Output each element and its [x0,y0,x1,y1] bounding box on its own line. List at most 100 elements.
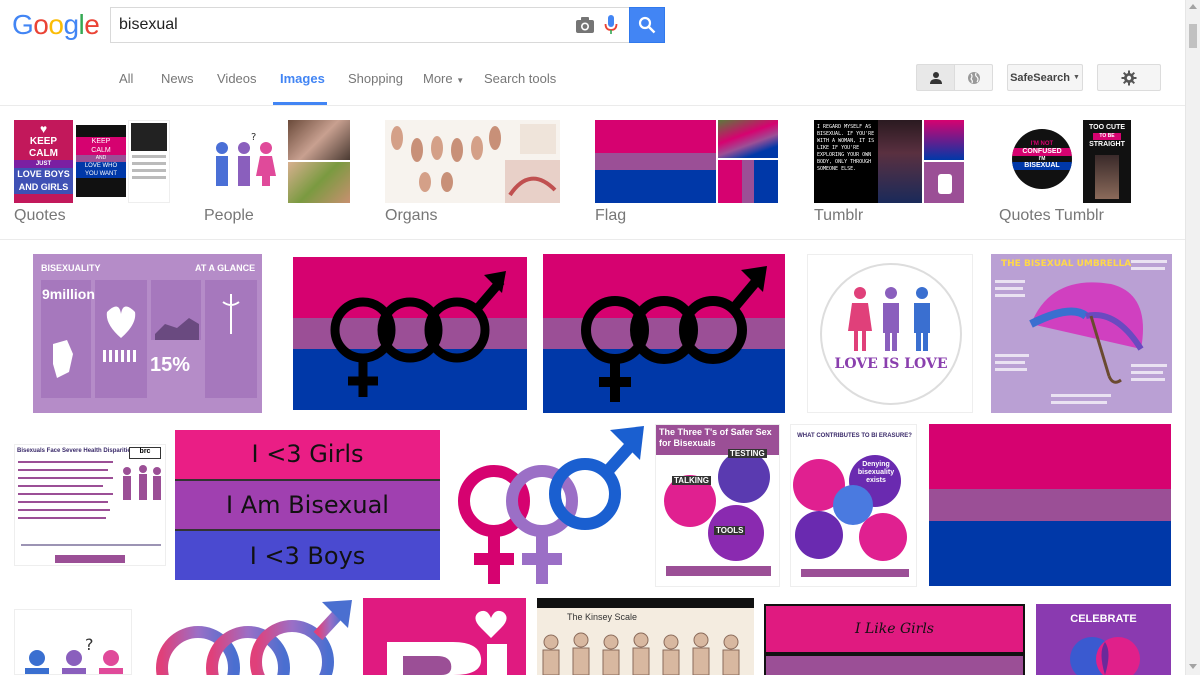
love-is-love-graphic [820,263,962,405]
logo-letter: G [12,9,34,40]
chevron-down-icon: ▼ [1073,74,1080,81]
infographic-stat: 9million [42,286,95,302]
keep-calm-text: CALM [29,148,58,159]
too-cute-text: TOO CUTE [1088,124,1126,131]
keep-calm-small-thumb: KEEP CALM AND LOVE WHO YOU WANT [76,125,126,197]
image-result[interactable] [450,424,645,587]
svg-text:?: ? [85,635,94,654]
image-result[interactable]: THE BISEXUAL UMBRELLA [991,254,1172,413]
chevron-down-icon: ▼ [456,76,465,85]
tumblr-quote-thumb: I REGARD MYSELF AS BISEXUAL. IF YOU'RE W… [814,120,922,203]
related-label: Organs [385,207,438,224]
search-button[interactable] [629,7,665,43]
scroll-up-arrow-icon[interactable] [1189,4,1197,9]
keep-calm-text: KEEP [29,136,58,147]
scroll-thumb[interactable] [1189,24,1197,48]
waving-flag-thumb [718,120,778,158]
related-tumblr[interactable]: I REGARD MYSELF AS BISEXUAL. IF YOU'RE W… [814,120,964,224]
image-result[interactable] [363,598,526,675]
i-am-bisexual-text: I Am Bisexual [226,491,389,519]
scroll-down-arrow-icon[interactable] [1189,664,1197,669]
image-result[interactable]: I Like Girls [764,604,1025,675]
safesearch-button[interactable]: SafeSearch ▼ [1007,64,1083,91]
image-result[interactable]: BISEXUALITY AT A GLANCE 9million 15% [33,254,262,413]
testing-label: TESTING [728,449,767,458]
global-results-button[interactable] [954,64,993,91]
tab-all[interactable]: All [119,71,133,86]
image-result[interactable] [142,598,353,675]
image-result[interactable] [543,254,785,413]
microphone-icon[interactable] [603,14,619,36]
bi-flag-image [929,424,1171,586]
safesearch-label: SafeSearch [1010,71,1070,84]
page-scrollbar[interactable] [1185,0,1200,675]
related-flag[interactable]: Flag [595,120,778,224]
image-result[interactable]: Bisexuals Face Severe Health Disparities… [14,444,166,566]
image-result[interactable]: ? [14,609,132,675]
related-label: Quotes [14,207,66,224]
umbrella-title: THE BISEXUAL UMBRELLA [1001,259,1132,269]
search-nav: All News Videos Images Shopping More ▼ S… [0,54,1185,106]
image-result[interactable]: The Kinsey Scale [537,598,754,675]
image-result[interactable] [293,257,527,410]
i-love-boys-text: I <3 Boys [249,541,366,570]
settings-button[interactable] [1097,64,1161,91]
too-cute-thumb: TOO CUTE TO BE STRAIGHT [1083,120,1131,203]
active-tab-indicator [273,102,327,105]
not-confused-text: I'M NOT [1030,141,1054,147]
image-result[interactable] [929,424,1171,586]
keep-calm-text: LOVE BOYS [14,168,73,181]
tab-search-tools[interactable]: Search tools [484,71,556,86]
search-box [110,7,665,43]
tab-shopping[interactable]: Shopping [348,71,403,86]
related-organs[interactable]: Organs [385,120,560,224]
group-photo-thumb [288,162,350,203]
related-people[interactable]: ? People [204,120,350,224]
google-logo[interactable]: Google [12,9,100,41]
tab-more[interactable]: More ▼ [423,71,464,86]
related-quotes[interactable]: ♥ KEEP CALM JUST LOVE BOYS AND GIRLS KEE… [14,120,170,224]
search-input[interactable] [119,14,559,36]
not-confused-text: CONFUSED [1012,148,1072,156]
people-symbol-image: ? [25,635,123,674]
personal-results-button[interactable] [916,64,955,91]
logo-letter: e [84,9,100,40]
love-is-love-text: LOVE IS LOVE [834,356,948,372]
talking-label: TALKING [672,476,711,485]
image-result[interactable]: CELEBRATE [1036,604,1171,675]
image-result[interactable]: WHAT CONTRIBUTES TO BI ERASURE? Denying … [790,424,917,587]
tumblr-fist-thumb [924,162,964,203]
related-quotes-tumblr[interactable]: I'M NOT CONFUSED I'M BISEXUAL TOO CUTE T… [999,120,1131,224]
tab-more-label: More [423,71,453,86]
purple-stripe [766,656,1023,675]
tools-label: TOOLS [714,526,746,535]
image-result[interactable]: LOVE IS LOVE [807,254,973,413]
erasure-graphics [793,455,909,577]
logo-letter: g [63,9,79,40]
i-like-girls-stripe: I Like Girls [766,606,1023,652]
infographic-subtitle: AT A GLANCE [195,263,256,273]
heart-icon: ♥ [39,122,48,136]
globe-icon [967,71,980,84]
keep-calm-small-text: LOVE WHO [76,162,126,170]
keep-calm-small-text: YOU WANT [76,170,126,178]
tab-news[interactable]: News [161,71,194,86]
bi-heart-letters-image [363,598,526,675]
svg-text:?: ? [251,132,256,143]
image-result[interactable]: The Three T's of Safer Sex for Bisexuals… [655,424,780,587]
infographic-graphics [33,254,262,413]
tab-images[interactable]: Images [280,71,325,86]
organs-diagram-thumb [385,120,560,203]
image-result[interactable]: I <3 Girls I Am Bisexual I <3 Boys [175,430,440,580]
header: Google [0,0,1185,54]
keep-calm-thumb: ♥ KEEP CALM JUST LOVE BOYS AND GIRLS [14,120,73,203]
erasure-bubble-text: Denying bisexuality exists [857,461,895,484]
not-confused-thumb: I'M NOT CONFUSED I'M BISEXUAL [999,120,1081,203]
bi-flag-thumb [595,120,716,203]
text-quote-thumb [128,120,170,203]
gradient-symbol-image [156,600,352,675]
too-cute-text: STRAIGHT [1089,141,1125,148]
tab-videos[interactable]: Videos [217,71,257,86]
infographic-stat: 15% [150,354,191,376]
camera-icon[interactable] [575,16,595,34]
